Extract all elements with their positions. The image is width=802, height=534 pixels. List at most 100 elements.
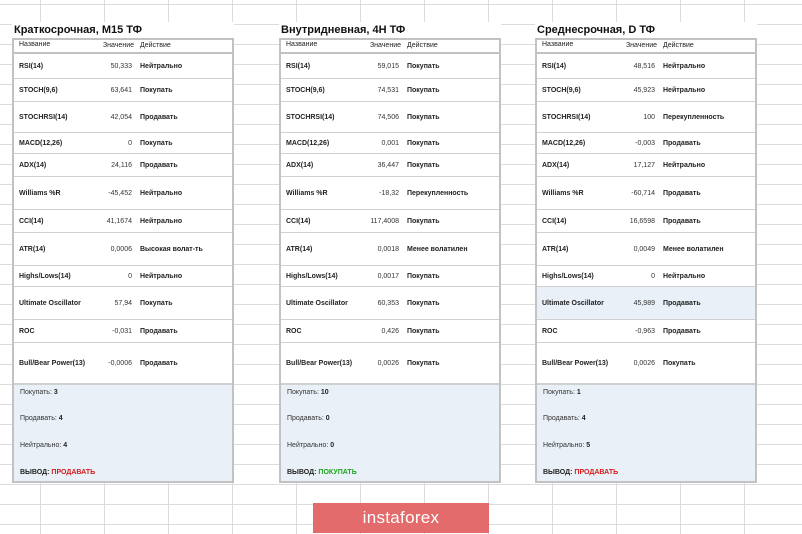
indicator-name: ROC: [542, 327, 558, 335]
summary-buy-label: Покупать:: [20, 389, 52, 396]
summary-sell-label: Продавать:: [543, 415, 580, 422]
table-row: ADX(14) 17,127 Нейтрально: [537, 154, 755, 177]
summary-sell: Продавать: 4: [543, 415, 586, 422]
indicator-value: -0,003: [635, 139, 655, 147]
indicator-value: 50,333: [110, 62, 132, 70]
column-header-action: Действие: [140, 42, 171, 49]
indicator-table: Название Значение Действие RSI(14) 59,015 Пок…: [279, 38, 501, 483]
indicator-action: Продавать: [140, 113, 178, 121]
summary-buy: Покупать: 3: [20, 389, 58, 396]
summary-sell-count: 0: [325, 415, 330, 422]
indicator-name: MACD(12,26): [19, 139, 63, 147]
indicator-action: Менее волатилен: [663, 245, 724, 253]
column-header-name: Название: [286, 41, 318, 48]
indicator-table: Название Значение Действие RSI(14) 48,516 Ней…: [535, 38, 757, 483]
indicator-action: Продавать: [663, 189, 701, 197]
indicator-action: Покупать: [407, 327, 440, 335]
indicator-value: 24,116: [111, 161, 132, 169]
column-header-value: Значение: [369, 42, 401, 49]
indicator-value: 0,0049: [633, 245, 655, 253]
indicator-name: STOCHRSI(14): [19, 113, 68, 121]
verdict-value: ПРОДАВАТЬ: [51, 469, 96, 476]
summary-sell-label: Продавать:: [287, 415, 324, 422]
table-row: CCI(14) 117,4008 Покупать: [281, 210, 499, 233]
summary-buy-count: 1: [576, 389, 581, 396]
indicator-action: Покупать: [407, 86, 440, 94]
indicator-value: 0,0026: [633, 359, 655, 367]
table-row: RSI(14) 48,516 Нейтрально: [537, 54, 755, 79]
column-header-value: Значение: [625, 42, 657, 49]
verdict-value: ПОКУПАТЬ: [318, 469, 357, 476]
verdict-label: ВЫВОД:: [287, 469, 317, 476]
indicator-action: Покупать: [140, 139, 173, 147]
verdict-label: ВЫВОД:: [543, 469, 573, 476]
summary-neutral: Нейтрально: 5: [543, 442, 590, 449]
indicator-action: Покупать: [407, 272, 440, 280]
indicator-name: ATR(14): [286, 245, 313, 253]
table-row: STOCHRSI(14) 74,506 Покупать: [281, 102, 499, 133]
panel-title: Краткосрочная, M15 ТФ: [12, 22, 234, 38]
indicator-action: Покупать: [407, 217, 440, 225]
indicator-value: 48,516: [633, 62, 655, 70]
indicator-name: ADX(14): [286, 161, 314, 169]
indicator-value: 0: [651, 272, 655, 280]
column-header-action: Действие: [663, 42, 694, 49]
indicator-value: 100: [643, 113, 655, 121]
summary-sell: Продавать: 0: [287, 415, 330, 422]
column-header-value: Значение: [102, 42, 134, 49]
indicator-name: CCI(14): [286, 217, 311, 225]
indicator-name: STOCHRSI(14): [542, 113, 591, 121]
summary-neutral-label: Нейтрально:: [543, 442, 585, 449]
indicator-name: Ultimate Oscillator: [19, 299, 81, 307]
summary-block: Покупать: 3 Продавать: 4 Нейтрально: 4 ВЫВО…: [14, 384, 232, 481]
indicator-action: Продавать: [663, 327, 701, 335]
indicator-name: STOCHRSI(14): [286, 113, 335, 121]
indicator-value: 0,0006: [110, 245, 132, 253]
verdict: ВЫВОД: ПРОДАВАТЬ: [543, 469, 618, 476]
table-row: ATR(14) 0,0018 Менее волатилен: [281, 233, 499, 266]
indicator-action: Продавать: [140, 359, 178, 367]
summary-neutral-count: 0: [330, 442, 335, 449]
indicator-action: Продавать: [140, 161, 178, 169]
indicator-value: 74,506: [377, 113, 399, 121]
indicator-action: Покупать: [140, 299, 173, 307]
table-row: Williams %R -45,452 Нейтрально: [14, 177, 232, 210]
summary-sell-count: 4: [58, 415, 63, 422]
indicator-value: 0,0017: [377, 272, 399, 280]
table-row: Ultimate Oscillator 45,989 Продавать: [537, 287, 755, 320]
summary-sell-count: 4: [581, 415, 586, 422]
indicator-value: 57,94: [114, 299, 132, 307]
summary-buy: Покупать: 10: [287, 389, 329, 396]
instaforex-logo[interactable]: instaforex: [313, 503, 489, 533]
table-row: Williams %R -60,714 Продавать: [537, 177, 755, 210]
summary-buy-count: 3: [53, 389, 58, 396]
indicator-action: Покупать: [407, 62, 440, 70]
table-row: CCI(14) 41,1674 Нейтрально: [14, 210, 232, 233]
table-row: ADX(14) 24,116 Продавать: [14, 154, 232, 177]
table-row: Highs/Lows(14) 0 Нейтрально: [14, 266, 232, 287]
table-row: ADX(14) 36,447 Покупать: [281, 154, 499, 177]
indicator-name: ATR(14): [542, 245, 569, 253]
indicator-action: Нейтрально: [663, 272, 706, 280]
indicator-action: Высокая волат-ть: [140, 245, 203, 253]
indicator-action: Нейтрально: [140, 217, 183, 225]
table-row: ROC -0,963 Продавать: [537, 320, 755, 343]
indicator-name: CCI(14): [19, 217, 44, 225]
indicator-name: MACD(12,26): [286, 139, 330, 147]
indicator-value: 36,447: [377, 161, 399, 169]
indicator-value: -18,32: [379, 189, 399, 197]
indicator-action: Покупать: [407, 161, 440, 169]
table-row: MACD(12,26) -0,003 Продавать: [537, 133, 755, 154]
indicator-table: Название Значение Действие RSI(14) 50,333 Ней…: [12, 38, 234, 483]
indicator-name: ADX(14): [19, 161, 47, 169]
indicator-action: Менее волатилен: [407, 245, 468, 253]
summary-block: Покупать: 10 Продавать: 0 Нейтрально: 0 ВЫВ…: [281, 384, 499, 481]
indicator-action: Покупать: [407, 113, 440, 121]
indicator-value: -45,452: [108, 189, 132, 197]
indicator-name: STOCH(9,6): [19, 86, 58, 94]
summary-buy-count: 10: [320, 389, 329, 396]
indicator-value: -0,031: [112, 327, 132, 335]
panel-title: Среднесрочная, D ТФ: [535, 22, 757, 38]
column-header-action: Действие: [407, 42, 438, 49]
indicator-action: Перекупленность: [663, 113, 725, 121]
